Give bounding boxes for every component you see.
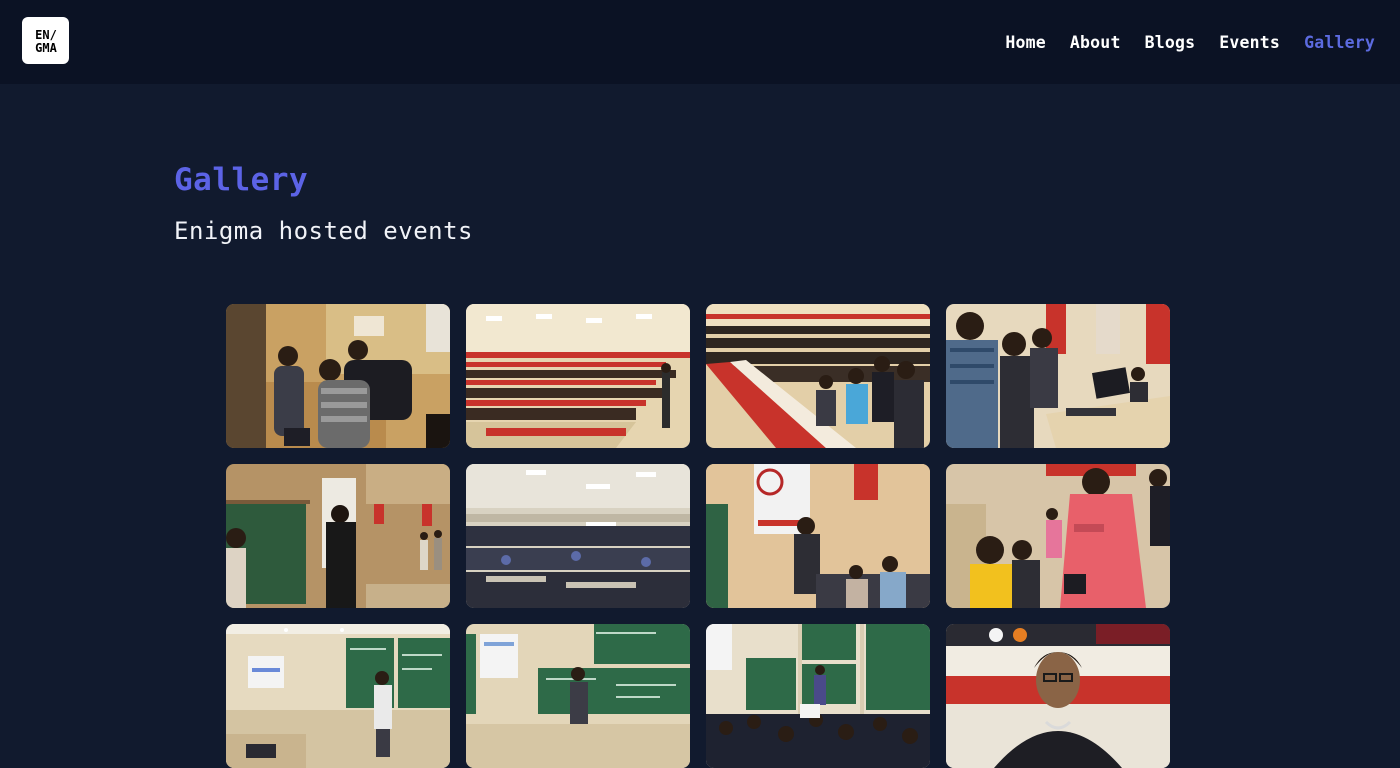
nav-home[interactable]: Home	[1005, 33, 1046, 52]
nav-about[interactable]: About	[1070, 33, 1121, 52]
workshop-photo	[226, 304, 450, 448]
navbar: EN/ GMA Home About Blogs Events Gallery	[0, 0, 1400, 84]
enigma-logo[interactable]: EN/ GMA	[22, 17, 69, 64]
nav-events[interactable]: Events	[1219, 33, 1280, 52]
students-laptops-photo	[946, 304, 1170, 448]
auditorium-side-photo	[706, 304, 930, 448]
gallery-photo-10[interactable]	[466, 624, 690, 768]
speaker-dark-room-photo	[226, 464, 450, 608]
svg-text:EN/: EN/	[35, 28, 57, 42]
student-help-photo	[946, 464, 1170, 608]
gallery-photo-6[interactable]	[466, 464, 690, 608]
auditorium-crowd-photo	[466, 464, 690, 608]
nav-gallery[interactable]: Gallery	[1304, 33, 1375, 52]
nav-blogs[interactable]: Blogs	[1145, 33, 1196, 52]
svg-text:GMA: GMA	[35, 41, 57, 55]
gallery-photo-8[interactable]	[946, 464, 1170, 608]
main-nav: Home About Blogs Events Gallery	[1005, 0, 1375, 84]
gallery-photo-4[interactable]	[946, 304, 1170, 448]
gallery-photo-2[interactable]	[466, 304, 690, 448]
lecture-hall-crowd-photo	[706, 624, 930, 768]
page-subtitle: Enigma hosted events	[174, 217, 473, 245]
gallery-photo-3[interactable]	[706, 304, 930, 448]
presentation-photo	[706, 464, 930, 608]
gallery-photo-5[interactable]	[226, 464, 450, 608]
page-title: Gallery	[174, 162, 309, 198]
gallery-photo-7[interactable]	[706, 464, 930, 608]
chalkboard-speaker-photo	[466, 624, 690, 768]
gallery-photo-1[interactable]	[226, 304, 450, 448]
gallery-photo-9[interactable]	[226, 624, 450, 768]
enigma-logo-mark: EN/ GMA	[35, 28, 57, 55]
photo-gallery	[226, 304, 1170, 768]
gallery-photo-11[interactable]	[706, 624, 930, 768]
gallery-photo-12[interactable]	[946, 624, 1170, 768]
student-portrait-photo	[946, 624, 1170, 768]
lecture-speaker-photo	[226, 624, 450, 768]
auditorium-photo	[466, 304, 690, 448]
